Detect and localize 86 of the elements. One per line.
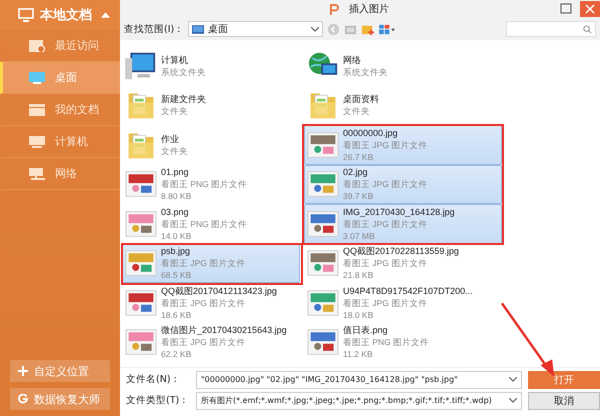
close-button[interactable] [580, 1, 600, 17]
file-type: 系统文件夹 [343, 66, 388, 78]
file-item[interactable]: 桌面资料 文件夹 [304, 86, 502, 125]
file-size: 62.2 KB [161, 348, 192, 360]
file-name: IMG_20170430_164128.jpg [343, 206, 455, 218]
sidebar-title: 本地文档 [40, 6, 93, 24]
file-item[interactable]: 03.png 看图王 PNG 图片文件 14.0 KB [122, 204, 300, 244]
file-item[interactable]: U94P4T8D917542F107DT200... 看图王 JPG 图片文件 18.0 KB [304, 283, 502, 322]
file-name: 03.png [161, 206, 190, 218]
file-item[interactable]: psb.jpg 看图王 JPG 图片文件 68.5 KB [122, 244, 300, 283]
file-name: 01.png [161, 166, 190, 178]
file-item[interactable]: 02.jpg 看图王 JPG 图片文件 39.7 KB [304, 164, 502, 204]
file-size: 18.6 KB [161, 308, 192, 321]
app-logo-icon [330, 4, 339, 14]
file-size: 26.7 KB [343, 150, 374, 163]
plus-icon [18, 366, 28, 376]
file-name: U94P4T8D917542F107DT200... [343, 284, 473, 297]
filename-label: 文件名(N)： [126, 373, 182, 386]
file-type: 看图王 JPG 图片文件 [343, 296, 428, 309]
computer-icon [125, 50, 157, 81]
cancel-button[interactable]: 取消 [528, 392, 600, 410]
file-size: 11.2 KB [343, 348, 374, 360]
location-dropdown[interactable]: 桌面 [188, 21, 324, 37]
file-type: 看图王 JPG 图片文件 [343, 257, 428, 270]
file-name: QQ截图20170412113423.jpg [161, 284, 277, 297]
file-item[interactable]: 新建文件夹 文件夹 [122, 86, 300, 125]
file-item[interactable]: QQ截图20170228113559.jpg 看图王 JPG 图片文件 21.8 KB [304, 244, 502, 283]
file-size: 8.80 KB [161, 190, 192, 202]
file-type: 文件夹 [343, 105, 371, 118]
search-field[interactable] [506, 21, 596, 37]
file-type: 看图王 PNG 图片文件 [161, 218, 248, 230]
file-size: 68.5 KB [161, 269, 192, 282]
folder-clock-icon [29, 40, 45, 52]
filetype-dropdown[interactable]: 所有图片(*.emf;*.wmf;*.jpg;*.jpeg;*.jpe;*.png;*.bmp;*.gif;*.tif;*.tiff;*.wdp) [196, 392, 522, 410]
file-item[interactable]: 值日表.png 看图王 PNG 图片文件 11.2 KB [304, 322, 502, 362]
file-name: 微信图片_20170430215643.jpg [161, 324, 287, 336]
file-item[interactable]: QQ截图20170412113423.jpg 看图王 JPG 图片文件 18.6 KB [122, 283, 300, 322]
file-item[interactable]: 网络 系统文件夹 [304, 46, 502, 86]
dropdown-caret-icon [311, 26, 320, 32]
file-item[interactable]: 微信图片_20170430215643.jpg 看图王 JPG 图片文件 62.2 KB [122, 322, 300, 362]
dropdown-caret-icon [509, 377, 517, 382]
file-type: 看图王 JPG 图片文件 [161, 336, 246, 348]
file-type: 看图王 PNG 图片文件 [161, 178, 248, 190]
monitor-icon [18, 7, 34, 23]
network-icon [29, 168, 45, 180]
dropdown-caret-icon [509, 398, 517, 403]
file-type: 文件夹 [161, 144, 188, 157]
file-name: 值日表.png [343, 324, 389, 336]
file-type: 看图王 PNG 图片文件 [343, 336, 430, 348]
file-size: 18.0 KB [343, 308, 374, 321]
window-title: 插入图片 [349, 2, 389, 16]
folder-icon [29, 104, 45, 116]
monitor-icon [192, 24, 204, 34]
file-type: 看图王 JPG 图片文件 [343, 138, 428, 151]
file-item[interactable]: 计算机 系统文件夹 [122, 46, 300, 86]
file-item[interactable]: IMG_20170430_164128.jpg 看图王 JPG 图片文件 3.07 MB [304, 204, 502, 244]
file-type: 系统文件夹 [161, 66, 206, 78]
file-name: psb.jpg [161, 245, 192, 258]
file-item[interactable]: 01.png 看图王 PNG 图片文件 8.80 KB [122, 164, 300, 204]
file-name: 02.jpg [343, 166, 369, 178]
file-name: 计算机 [161, 54, 189, 66]
file-name: QQ截图20170228113559.jpg [343, 245, 459, 258]
file-name: 网络 [343, 54, 362, 66]
collapse-caret-icon[interactable] [101, 12, 110, 18]
filetype-label: 文件类型(T)： [126, 394, 190, 407]
file-name: 00000000.jpg [343, 126, 399, 139]
file-name: 新建文件夹 [161, 93, 206, 106]
file-size: 39.7 KB [343, 190, 374, 202]
search-icon [583, 24, 592, 34]
file-size: 14.0 KB [161, 230, 192, 242]
file-size: 3.07 MB [343, 230, 376, 242]
file-type: 看图王 JPG 图片文件 [343, 218, 428, 230]
view-menu-button[interactable] [378, 22, 398, 36]
file-type: 看图王 JPG 图片文件 [161, 296, 246, 309]
file-type: 看图王 JPG 图片文件 [343, 178, 428, 190]
computer-icon [29, 136, 45, 148]
monitor-icon [29, 72, 45, 84]
location-label: 查找范围(I)： [124, 22, 184, 36]
file-type: 看图王 JPG 图片文件 [161, 257, 246, 270]
file-item[interactable]: 作业 文件夹 [122, 125, 300, 164]
file-name: 作业 [161, 132, 180, 145]
file-size: 21.8 KB [343, 269, 374, 282]
file-type: 文件夹 [161, 105, 189, 118]
filename-field[interactable]: "00000000.jpg" "02.jpg" "IMG_20170430_164128.jpg" "psb.jpg" [196, 370, 522, 388]
file-item[interactable]: 00000000.jpg 看图王 JPG 图片文件 26.7 KB [304, 125, 502, 164]
file-name: 桌面资料 [343, 93, 379, 106]
